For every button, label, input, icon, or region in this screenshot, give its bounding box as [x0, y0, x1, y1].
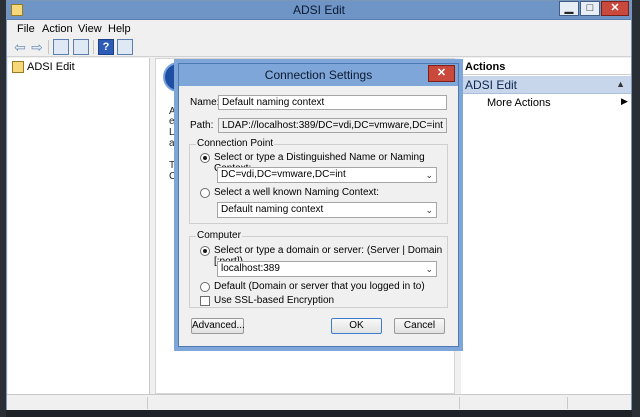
ssl-checkbox-label: Use SSL-based Encryption: [214, 295, 335, 306]
ok-button[interactable]: OK: [331, 318, 382, 334]
actions-section-title: ADSI Edit: [465, 78, 518, 92]
dialog-close-button[interactable]: ✕: [428, 65, 455, 82]
server-combobox[interactable]: localhost:389 ⌄: [217, 261, 437, 277]
cancel-button[interactable]: Cancel: [394, 318, 445, 334]
ssl-checkbox[interactable]: [200, 296, 210, 306]
window-titlebar: ADSI Edit ▁ □ ✕: [7, 1, 631, 20]
maximize-button[interactable]: □: [580, 1, 600, 16]
close-button[interactable]: ✕: [601, 1, 629, 16]
collapse-icon[interactable]: ▲: [616, 79, 625, 89]
show-hide-console-tree-icon[interactable]: [53, 39, 69, 55]
adsi-edit-icon: [12, 61, 24, 73]
dialog-title: Connection Settings: [179, 64, 458, 86]
dialog-body: Name: Default naming context Path: LDAP:…: [179, 86, 458, 346]
status-divider: [567, 397, 568, 409]
console-tree-pane: ADSI Edit: [8, 58, 150, 394]
help-icon[interactable]: ?: [98, 39, 114, 55]
status-divider: [147, 397, 148, 409]
window-title: ADSI Edit: [292, 3, 346, 17]
tree-node-label: ADSI Edit: [27, 61, 75, 73]
status-divider: [459, 397, 460, 409]
show-hide-action-pane-icon[interactable]: [117, 39, 133, 55]
server-combobox-value: localhost:389: [221, 263, 280, 274]
advanced-button[interactable]: Advanced...: [191, 318, 245, 334]
more-actions-item[interactable]: More Actions: [487, 97, 551, 109]
default-server-radio[interactable]: [200, 282, 210, 292]
menu-help[interactable]: Help: [108, 23, 131, 35]
server-radio[interactable]: [200, 246, 210, 256]
desktop-right-edge: [632, 0, 640, 417]
path-label: Path:: [190, 120, 214, 131]
well-known-context-radio[interactable]: [200, 188, 210, 198]
toolbar: ⇦ ⇨ ?: [7, 38, 631, 57]
dn-combobox-value: DC=vdi,DC=vmware,DC=int: [221, 169, 346, 180]
default-server-label: Default (Domain or server that you logge…: [214, 281, 425, 292]
toolbar-separator: [48, 40, 49, 54]
tree-node-adsi-edit[interactable]: ADSI Edit: [12, 61, 75, 73]
computer-legend: Computer: [196, 230, 242, 241]
minimize-button[interactable]: ▁: [559, 1, 579, 16]
actions-section-adsi-edit[interactable]: ADSI Edit ▲: [461, 76, 631, 94]
chevron-down-icon[interactable]: ⌄: [425, 204, 433, 216]
submenu-arrow-icon: ▶: [621, 96, 628, 106]
connection-settings-dialog: Connection Settings ✕ Name: Default nami…: [178, 63, 459, 347]
menu-view[interactable]: View: [78, 23, 102, 35]
connection-point-legend: Connection Point: [196, 138, 275, 149]
name-label: Name:: [190, 97, 220, 108]
forward-arrow-icon[interactable]: ⇨: [29, 39, 45, 55]
menu-action[interactable]: Action: [42, 23, 73, 35]
menu-file[interactable]: File: [17, 23, 35, 35]
chevron-down-icon[interactable]: ⌄: [425, 263, 433, 275]
actions-pane: Actions ADSI Edit ▲ More Actions ▶: [461, 58, 631, 394]
dn-radio[interactable]: [200, 153, 210, 163]
menu-bar: File Action View Help: [7, 21, 631, 37]
well-known-context-value: Default naming context: [221, 204, 324, 215]
actions-header: Actions: [461, 58, 631, 75]
toolbar-separator: [93, 40, 94, 54]
dn-combobox[interactable]: DC=vdi,DC=vmware,DC=int ⌄: [217, 167, 437, 183]
back-arrow-icon[interactable]: ⇦: [12, 39, 28, 55]
status-bar: [7, 394, 631, 410]
chevron-down-icon[interactable]: ⌄: [425, 169, 433, 181]
path-field[interactable]: LDAP://localhost:389/DC=vdi,DC=vmware,DC…: [218, 118, 447, 133]
well-known-context-label: Select a well known Naming Context:: [214, 187, 380, 198]
well-known-context-combobox[interactable]: Default naming context ⌄: [217, 202, 437, 218]
name-field[interactable]: Default naming context: [218, 95, 447, 110]
refresh-icon[interactable]: [73, 39, 89, 55]
